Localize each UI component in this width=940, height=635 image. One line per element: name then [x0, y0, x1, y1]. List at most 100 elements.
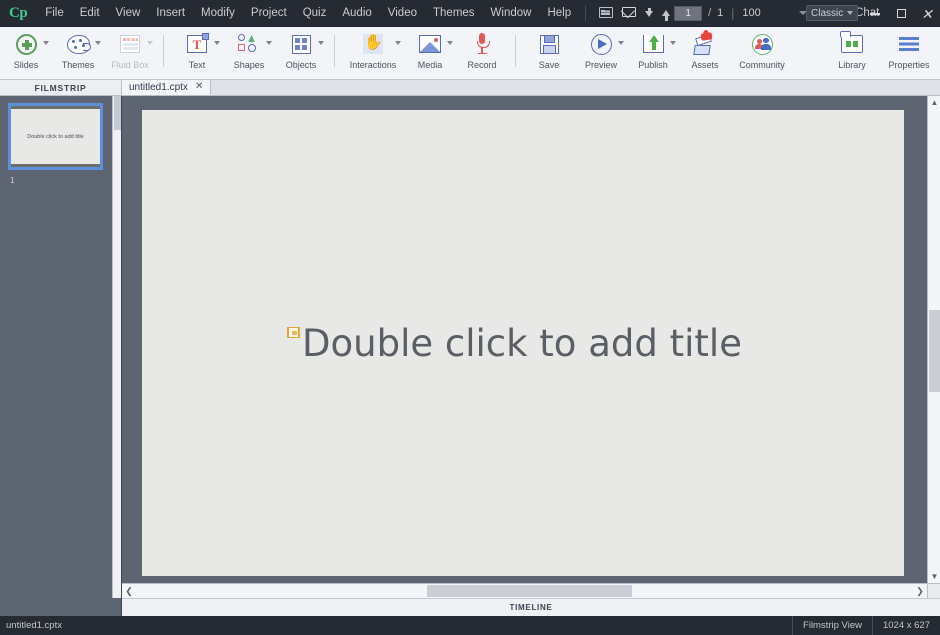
toolbar-button-shapes[interactable]: Shapes — [223, 27, 275, 80]
publish-upload-icon — [640, 32, 666, 56]
workspace-selector[interactable]: Classic — [806, 5, 858, 21]
community-people-icon — [749, 32, 775, 56]
toolbar-button-save[interactable]: Save — [523, 27, 575, 80]
toolbar-button-interactions[interactable]: Interactions — [342, 27, 404, 80]
chevron-down-icon[interactable] — [43, 41, 49, 45]
menu-item-modify[interactable]: Modify — [193, 2, 243, 24]
fluid-box-marker-icon — [287, 327, 300, 338]
toolbar-button-record[interactable]: Record — [456, 27, 508, 80]
move-up-icon[interactable] — [662, 10, 671, 21]
scroll-up-arrow-icon[interactable]: ▲ — [928, 96, 940, 109]
chevron-down-icon[interactable] — [618, 41, 624, 45]
toolbar-label-preview: Preview — [584, 60, 617, 70]
slide-number-label: 1 — [10, 176, 15, 185]
microphone-icon — [469, 32, 495, 56]
slide-canvas-area[interactable]: Double click to add title — [122, 96, 927, 583]
scrollbar-thumb[interactable] — [114, 96, 121, 130]
menu-item-insert[interactable]: Insert — [148, 2, 193, 24]
card-view-icon[interactable] — [599, 7, 614, 19]
chevron-down-icon[interactable] — [395, 41, 401, 45]
filmstrip-scrollbar[interactable] — [112, 96, 121, 616]
slide-title-placeholder[interactable]: Double click to add title — [302, 325, 742, 362]
tab-label: untitled1.cptx — [129, 81, 188, 93]
toolbar-label-community: Community — [739, 60, 785, 70]
library-folder-icon — [839, 31, 865, 56]
toolbar-button-publish[interactable]: Publish — [627, 27, 679, 80]
canvas-horizontal-scrollbar[interactable]: ❮ ❯ — [122, 583, 927, 598]
chevron-down-icon[interactable] — [266, 41, 272, 45]
status-bar: untitled1.cptx Filmstrip View 1024 x 627 — [0, 616, 940, 635]
chevron-down-icon[interactable] — [318, 41, 324, 45]
shapes-icon — [236, 32, 262, 56]
menu-item-video[interactable]: Video — [380, 2, 425, 24]
filmstrip-footer — [0, 598, 122, 616]
chevron-down-icon — [847, 11, 853, 15]
toolbar-button-objects[interactable]: Objects — [275, 27, 327, 80]
horizontal-scrollbar-thumb[interactable] — [427, 585, 632, 597]
toolbar-label-properties: Properties — [888, 60, 930, 70]
menu-item-window[interactable]: Window — [483, 2, 540, 24]
menu-item-edit[interactable]: Edit — [72, 2, 108, 24]
menu-item-help[interactable]: Help — [539, 2, 579, 24]
title-placeholder-group[interactable]: Double click to add title — [287, 325, 742, 362]
captivate-window: Cp File Edit View Insert Modify Project … — [0, 0, 940, 635]
canvas-vertical-scrollbar[interactable]: ▲ ▼ — [927, 96, 940, 583]
slide-thumbnail-1[interactable]: Double click to add title — [8, 103, 103, 170]
toolbar-button-preview[interactable]: Preview — [575, 27, 627, 80]
scroll-right-arrow-icon[interactable]: ❯ — [913, 584, 927, 598]
vertical-scrollbar-thumb[interactable] — [929, 310, 940, 392]
app-logo: Cp — [9, 4, 28, 21]
status-right-group: Filmstrip View 1024 x 627 — [792, 616, 940, 635]
tab-untitled1[interactable]: untitled1.cptx ✕ — [122, 80, 212, 95]
filmstrip-title: FILMSTRIP — [34, 82, 87, 93]
chevron-down-icon[interactable] — [95, 41, 101, 45]
document-tab-bar: untitled1.cptx ✕ — [122, 80, 940, 96]
maximize-button[interactable] — [888, 0, 914, 27]
menu-item-project[interactable]: Project — [243, 2, 295, 24]
status-view-mode[interactable]: Filmstrip View — [792, 616, 872, 635]
mail-icon[interactable] — [622, 7, 637, 19]
menu-item-themes[interactable]: Themes — [425, 2, 483, 24]
toolbar-group-slides: Slides Themes Fluid Box — [0, 27, 156, 80]
scrollbar-corner — [927, 583, 940, 598]
scroll-left-arrow-icon[interactable]: ❮ — [122, 584, 136, 598]
toolbar-button-themes[interactable]: Themes — [52, 27, 104, 80]
move-down-icon[interactable] — [645, 8, 654, 17]
toolbar-button-text[interactable]: T Text — [171, 27, 223, 80]
toolbar-button-properties[interactable]: Properties — [878, 27, 940, 80]
toolbar-label-objects: Objects — [285, 60, 317, 70]
menu-item-quiz[interactable]: Quiz — [295, 2, 335, 24]
chevron-down-icon[interactable] — [214, 41, 220, 45]
menu-divider — [585, 5, 587, 21]
zoom-level-value[interactable]: 100 — [742, 7, 760, 19]
toolbar-button-media[interactable]: Media — [404, 27, 456, 80]
toolbar-label-save: Save — [538, 60, 560, 70]
toolbar-button-library[interactable]: Library — [826, 27, 878, 80]
text-icon: T — [184, 32, 210, 56]
toolbar-button-community[interactable]: Community — [731, 27, 793, 80]
scroll-down-arrow-icon[interactable]: ▼ — [928, 570, 940, 583]
toolbar-label-shapes: Shapes — [233, 60, 265, 70]
toolbar-button-assets[interactable]: Assets — [679, 27, 731, 80]
chevron-down-icon[interactable] — [447, 41, 453, 45]
close-icon: ✕ — [921, 5, 933, 22]
toolbar-label-slides: Slides — [13, 60, 39, 70]
thumbnail-preview: Double click to add title — [11, 106, 100, 167]
close-icon[interactable]: ✕ — [195, 82, 203, 92]
timeline-panel-header[interactable]: TIMELINE — [122, 598, 940, 616]
toolbar-label-interactions: Interactions — [349, 60, 397, 70]
menu-item-file[interactable]: File — [37, 2, 72, 24]
close-button[interactable]: ✕ — [914, 0, 940, 27]
toolbar-divider: | — [731, 6, 735, 20]
menu-item-view[interactable]: View — [108, 2, 149, 24]
chevron-down-icon[interactable] — [670, 41, 676, 45]
toolbar-label-assets: Assets — [691, 60, 719, 70]
toolbar-label-record: Record — [467, 60, 497, 70]
save-disk-icon — [536, 32, 562, 56]
slide-stage[interactable]: Double click to add title — [142, 110, 904, 576]
minimize-button[interactable] — [862, 0, 888, 27]
menu-item-audio[interactable]: Audio — [334, 2, 379, 24]
toolbar-group-panels: Library Properties — [826, 27, 940, 80]
toolbar-button-slides[interactable]: Slides — [0, 27, 52, 80]
current-slide-input[interactable]: 1 — [674, 5, 703, 21]
